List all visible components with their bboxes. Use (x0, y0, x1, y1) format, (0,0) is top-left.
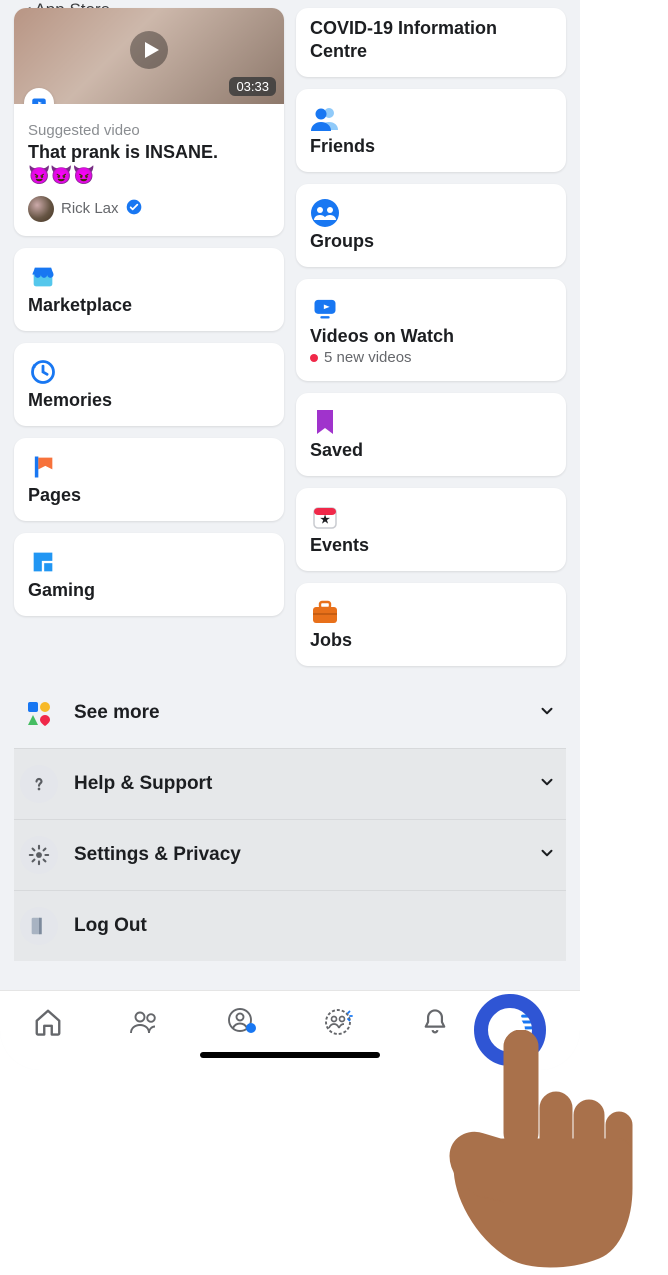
pages-card[interactable]: Pages (14, 438, 284, 521)
covid-card[interactable]: COVID-19 Information Centre (296, 8, 566, 77)
video-title: That prank is INSANE. (28, 141, 270, 164)
friends-card[interactable]: Friends (296, 89, 566, 172)
watch-label: Videos on Watch (310, 326, 552, 347)
menu-content: 03:33 Suggested video That prank is INSA… (0, 8, 580, 1070)
chevron-down-icon (538, 702, 556, 725)
marketplace-icon (28, 262, 58, 292)
chevron-down-icon (538, 773, 556, 796)
help-label: Help & Support (74, 773, 522, 795)
events-label: Events (310, 535, 552, 556)
svg-text:★: ★ (320, 514, 330, 526)
logout-label: Log Out (74, 915, 556, 937)
profile-tab[interactable] (225, 1005, 259, 1039)
new-dot-icon (310, 354, 318, 362)
memories-label: Memories (28, 390, 270, 411)
saved-label: Saved (310, 440, 552, 461)
watch-badge-icon (24, 88, 54, 104)
video-emojis: 😈😈😈 (28, 165, 270, 186)
settings-label: Settings & Privacy (74, 844, 522, 866)
chevron-down-icon (538, 844, 556, 867)
marketplace-card[interactable]: Marketplace (14, 248, 284, 331)
see-more-label: See more (74, 702, 522, 724)
logout-icon (20, 907, 58, 945)
home-tab[interactable] (31, 1005, 65, 1039)
saved-card[interactable]: Saved (296, 393, 566, 476)
groups-tab[interactable] (321, 1005, 355, 1039)
verified-icon (126, 199, 142, 219)
events-card[interactable]: ★ Events (296, 488, 566, 571)
watch-sub: 5 new videos (310, 349, 552, 366)
friends-label: Friends (310, 136, 552, 157)
watch-icon (310, 293, 340, 323)
log-out-row[interactable]: Log Out (14, 890, 566, 961)
friends-tab[interactable] (128, 1005, 162, 1039)
friends-icon (310, 103, 340, 133)
gaming-label: Gaming (28, 580, 270, 601)
right-column: COVID-19 Information Centre Friends Grou… (296, 8, 566, 666)
help-support-row[interactable]: Help & Support (14, 748, 566, 819)
menu-rows: See more Help & Support Settings & Priva… (14, 678, 566, 961)
jobs-icon (310, 597, 340, 627)
author-avatar (28, 196, 54, 222)
watch-sub-text: 5 new videos (324, 349, 412, 366)
suggested-label: Suggested video (28, 122, 270, 139)
video-thumbnail: 03:33 (14, 8, 284, 104)
pointer-hand-icon (440, 1030, 650, 1270)
groups-icon (310, 198, 340, 228)
suggested-video-card[interactable]: 03:33 Suggested video That prank is INSA… (14, 8, 284, 236)
video-body: Suggested video That prank is INSANE. 😈😈… (14, 104, 284, 236)
memories-card[interactable]: Memories (14, 343, 284, 426)
left-column: 03:33 Suggested video That prank is INSA… (14, 8, 284, 666)
covid-label: COVID-19 Information Centre (310, 17, 552, 62)
events-icon: ★ (310, 502, 340, 532)
saved-icon (310, 407, 340, 437)
memories-icon (28, 357, 58, 387)
play-icon (129, 30, 169, 70)
groups-card[interactable]: Groups (296, 184, 566, 267)
jobs-label: Jobs (310, 630, 552, 651)
author-name: Rick Lax (61, 200, 119, 217)
pages-icon (28, 452, 58, 482)
see-more-row[interactable]: See more (14, 678, 566, 748)
watch-card[interactable]: Videos on Watch 5 new videos (296, 279, 566, 381)
settings-privacy-row[interactable]: Settings & Privacy (14, 819, 566, 890)
video-duration: 03:33 (229, 77, 276, 96)
video-author: Rick Lax (28, 196, 270, 222)
marketplace-label: Marketplace (28, 295, 270, 316)
help-icon (20, 765, 58, 803)
shortcut-grid: 03:33 Suggested video That prank is INSA… (14, 8, 566, 666)
gaming-icon (28, 547, 58, 577)
gaming-card[interactable]: Gaming (14, 533, 284, 616)
phone-frame: App Store 03:33 Suggested (0, 0, 580, 1070)
pages-label: Pages (28, 485, 270, 506)
see-more-icon (20, 694, 58, 732)
home-indicator (200, 1052, 380, 1058)
settings-icon (20, 836, 58, 874)
jobs-card[interactable]: Jobs (296, 583, 566, 666)
groups-label: Groups (310, 231, 552, 252)
